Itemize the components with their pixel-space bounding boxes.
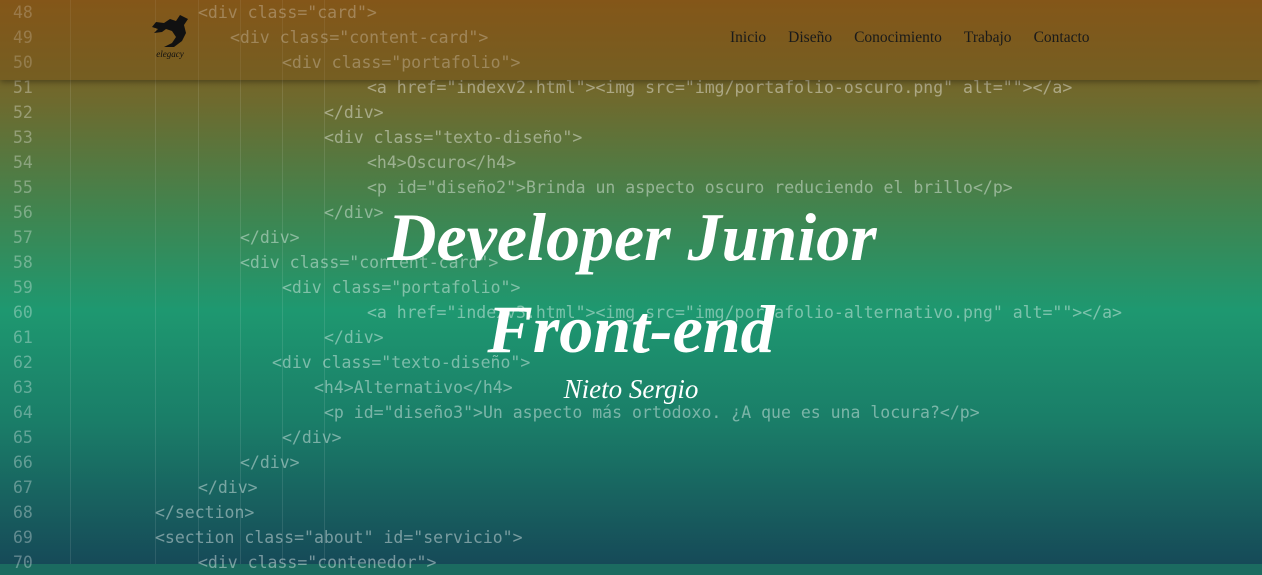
main-nav: Inicio Diseño Conocimiento Trabajo Conta… (730, 29, 1112, 47)
code-text: <h4>Oscuro</h4> (367, 153, 517, 172)
line-number: 53 (13, 128, 33, 147)
hero-title-line2: Front-end (487, 291, 775, 367)
dragon-icon (152, 15, 188, 47)
code-text: </section> (155, 503, 255, 522)
code-text: <section class="about" id="servicio"> (155, 528, 523, 547)
line-number: 70 (13, 553, 33, 572)
site-header: elegacy Inicio Diseño Conocimiento Traba… (0, 0, 1262, 80)
line-number: 55 (13, 178, 33, 197)
nav-conocimiento[interactable]: Conocimiento (854, 29, 942, 47)
code-line: 65 </div> (0, 425, 1262, 450)
code-line: 70 <div class="contenedor"> (0, 550, 1262, 575)
code-text: </div> (198, 478, 258, 497)
line-number: 52 (13, 103, 33, 122)
nav-inicio[interactable]: Inicio (730, 29, 766, 47)
code-line: 53 <div class="texto-diseño"> (0, 125, 1262, 150)
code-line: 69 <section class="about" id="servicio"> (0, 525, 1262, 550)
code-line: 52 </div> (0, 100, 1262, 125)
code-text: <div class="contenedor"> (198, 553, 437, 572)
hero-title-line1: Developer Junior (387, 199, 877, 275)
code-line: 55 <p id="diseño2">Brinda un aspecto oscu… (0, 175, 1262, 200)
nav-trabajo[interactable]: Trabajo (964, 29, 1012, 47)
logo[interactable]: elegacy (148, 13, 192, 63)
code-line: 68 </section> (0, 500, 1262, 525)
hero-subtitle: Nieto Sergio (563, 374, 699, 404)
line-number: 68 (13, 503, 33, 522)
code-line: 54 <h4>Oscuro</h4> (0, 150, 1262, 175)
code-text: </div> (282, 428, 342, 447)
code-line: 67 </div> (0, 475, 1262, 500)
line-number: 67 (13, 478, 33, 497)
nav-diseno[interactable]: Diseño (788, 29, 832, 47)
code-text: <div class="texto-diseño"> (324, 128, 583, 147)
line-number: 65 (13, 428, 33, 447)
line-number: 69 (13, 528, 33, 547)
line-number: 54 (13, 153, 33, 172)
line-number: 66 (13, 453, 33, 472)
code-line: 66 </div> (0, 450, 1262, 475)
nav-contacto[interactable]: Contacto (1034, 29, 1090, 47)
code-text: </div> (324, 103, 384, 122)
code-text: <p id="diseño2">Brinda un aspecto oscuro… (367, 178, 1013, 197)
code-text: </div> (240, 453, 300, 472)
